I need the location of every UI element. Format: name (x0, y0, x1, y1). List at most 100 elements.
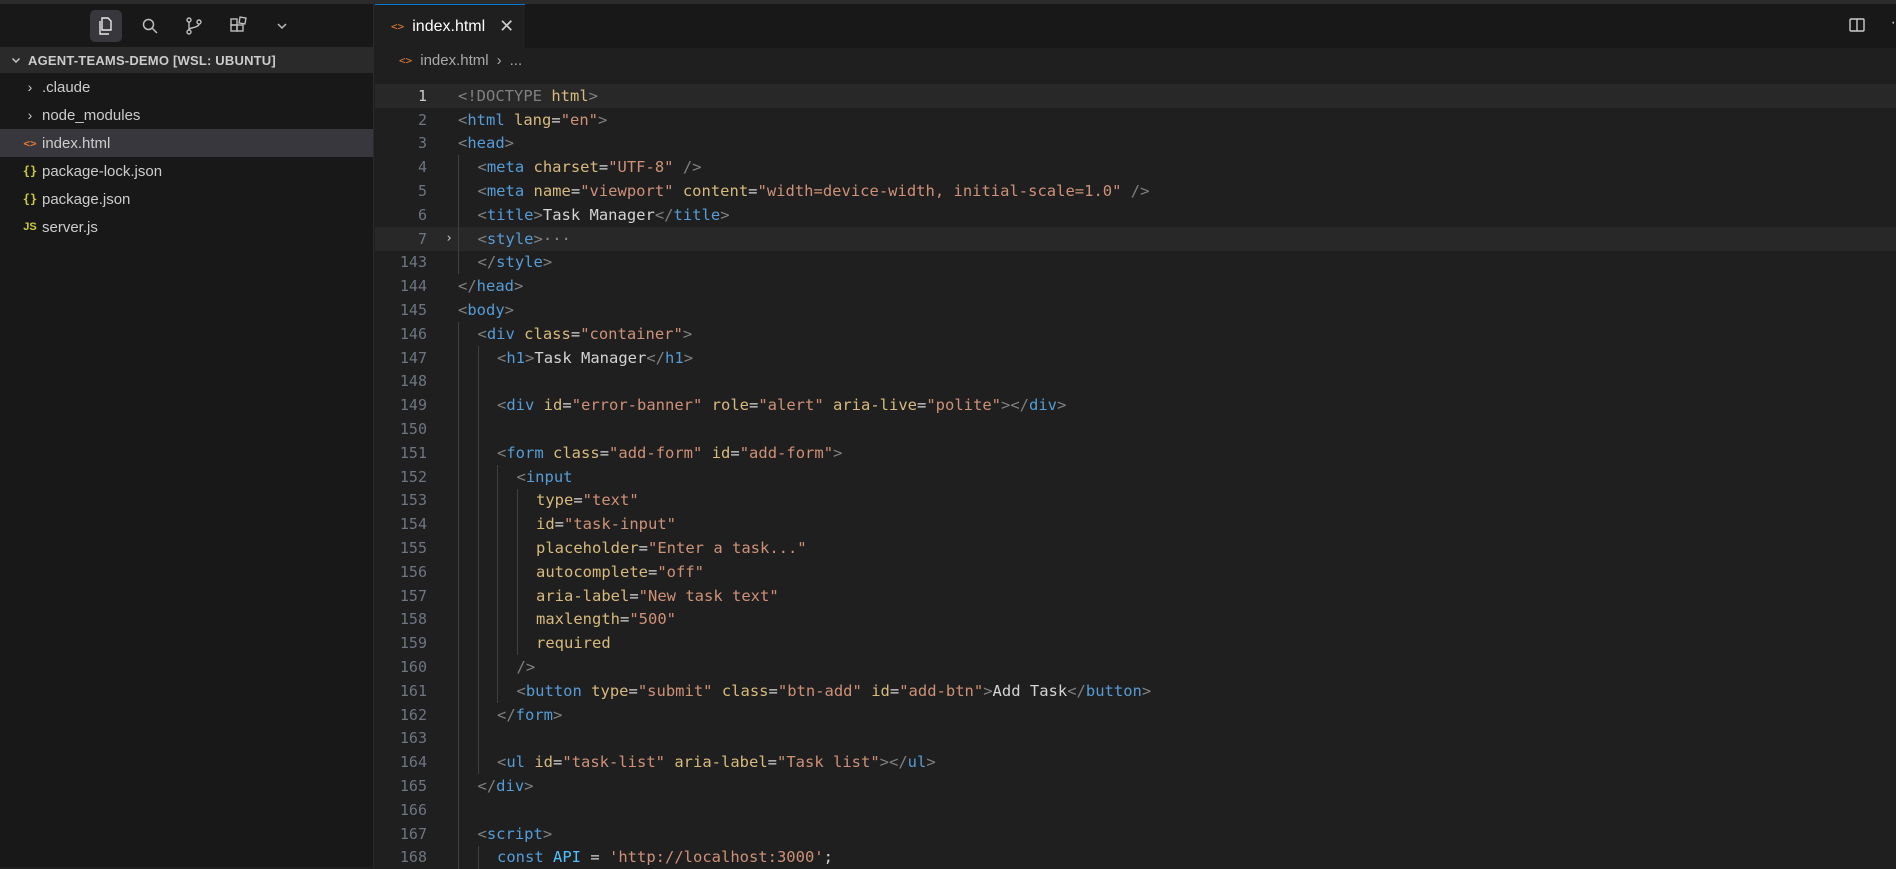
code-line[interactable]: 148 (375, 370, 1896, 394)
code-line[interactable]: 149<div id="error-banner" role="alert" a… (375, 393, 1896, 417)
chevron-down-icon[interactable] (266, 10, 298, 42)
tree-item-claude-folder[interactable]: › .claude (0, 73, 373, 101)
code-line[interactable]: 5<meta name="viewport" content="width=de… (375, 179, 1896, 203)
code-line[interactable]: 2<html lang="en"> (375, 108, 1896, 132)
code-token: = (599, 158, 608, 176)
code-token: form (506, 444, 553, 462)
indent-guide (458, 727, 459, 751)
code-line[interactable]: 143</style> (375, 251, 1896, 275)
code-line[interactable]: 3<head> (375, 132, 1896, 156)
tree-item-node-modules-folder[interactable]: › node_modules (0, 101, 373, 129)
code-line[interactable]: 157aria-label="New task text" (375, 584, 1896, 608)
code-token: "New task text" (639, 587, 779, 605)
code-token: <!DOCTYPE (458, 87, 551, 105)
code-token: required (536, 634, 611, 652)
line-number: 155 (375, 539, 427, 557)
code-line[interactable]: 159required (375, 631, 1896, 655)
line-number: 154 (375, 515, 427, 533)
more-actions-icon[interactable]: · (1891, 14, 1896, 32)
code-token: ></ (880, 753, 908, 771)
code-line[interactable]: 156autocomplete="off" (375, 560, 1896, 584)
code-line[interactable]: 150 (375, 417, 1896, 441)
line-number: 1 (375, 87, 427, 105)
code-line[interactable]: 6<title>Task Manager</title> (375, 203, 1896, 227)
explorer-project-header[interactable]: AGENT-TEAMS-DEMO [WSL: UBUNTU] (0, 47, 373, 73)
fold-chevron-icon[interactable]: › (440, 231, 458, 246)
code-line[interactable]: 7›<style>··· (375, 227, 1896, 251)
line-number: 152 (375, 468, 427, 486)
code-text: <meta name="viewport" content="width=dev… (478, 182, 1150, 200)
code-token: class (722, 682, 769, 700)
code-line[interactable]: 155placeholder="Enter a task..." (375, 536, 1896, 560)
code-line[interactable]: 164<ul id="task-list" aria-label="Task l… (375, 750, 1896, 774)
code-token: "btn-add" (778, 682, 871, 700)
code-token: placeholder (536, 539, 639, 557)
breadcrumb-more[interactable]: ... (510, 52, 523, 69)
code-line[interactable]: 146<div class="container"> (375, 322, 1896, 346)
extensions-icon[interactable] (222, 10, 254, 42)
code-text: <body> (458, 301, 514, 319)
close-icon[interactable]: ✕ (499, 16, 514, 37)
code-token: = (555, 515, 564, 533)
code-token: style (496, 253, 543, 271)
code-token: < (458, 111, 467, 129)
code-line[interactable]: 153type="text" (375, 489, 1896, 513)
code-line[interactable]: 145<body> (375, 298, 1896, 322)
code-token: > (525, 349, 534, 367)
code-token: class (524, 325, 571, 343)
indent-guide (458, 370, 459, 394)
line-number: 166 (375, 801, 427, 819)
code-line[interactable]: 167<script> (375, 822, 1896, 846)
code-text: <input (517, 468, 573, 486)
code-line[interactable]: 158maxlength="500" (375, 608, 1896, 632)
code-line[interactable]: 168const API = 'http://localhost:3000'; (375, 846, 1896, 869)
html-file-icon: <> (391, 20, 404, 33)
code-token: content (683, 182, 748, 200)
code-token: aria-label (674, 753, 767, 771)
code-token: > (534, 230, 543, 248)
tree-item-label: .claude (42, 79, 90, 96)
breadcrumb-file[interactable]: index.html (420, 52, 488, 69)
tab-label: index.html (412, 18, 485, 36)
code-token: = (571, 325, 580, 343)
split-editor-icon[interactable] (1848, 16, 1866, 39)
code-line[interactable]: 162</form> (375, 703, 1896, 727)
indent-guide (517, 584, 518, 608)
code-line[interactable]: 151<form class="add-form" id="add-form"> (375, 441, 1896, 465)
code-line[interactable]: 160/> (375, 655, 1896, 679)
tab-index-html[interactable]: <> index.html ✕ (375, 4, 525, 48)
source-control-icon[interactable] (178, 10, 210, 42)
code-line[interactable]: 4<meta charset="UTF-8" /> (375, 155, 1896, 179)
code-token: aria-label (536, 587, 629, 605)
line-number: 4 (375, 158, 427, 176)
code-editor[interactable]: 1 <!DOCTYPE html> 2<html lang="en">3<head>… (375, 84, 1896, 869)
code-token: role (712, 396, 749, 414)
code-token: "UTF-8" (608, 158, 673, 176)
tree-item-server-js[interactable]: JS server.js (0, 213, 373, 241)
tree-item-package-lock-json[interactable]: {} package-lock.json (0, 157, 373, 185)
code-token: = (629, 587, 638, 605)
chevron-right-icon: › (20, 107, 40, 123)
code-line[interactable]: 1 <!DOCTYPE html> (375, 84, 1896, 108)
code-token: style (487, 230, 534, 248)
code-line[interactable]: 147<h1>Task Manager</h1> (375, 346, 1896, 370)
code-token: < (478, 230, 487, 248)
code-line[interactable]: 144</head> (375, 274, 1896, 298)
code-line[interactable]: 154id="task-input" (375, 512, 1896, 536)
tree-item-index-html[interactable]: <> index.html (0, 129, 373, 157)
code-line[interactable]: 166 (375, 798, 1896, 822)
explorer-icon[interactable] (90, 10, 122, 42)
chevron-right-icon: › (497, 52, 502, 69)
code-text: <title>Task Manager</title> (478, 206, 730, 224)
code-token: </ (655, 206, 674, 224)
code-line[interactable]: 165</div> (375, 774, 1896, 798)
code-line[interactable]: 161<button type="submit" class="btn-add"… (375, 679, 1896, 703)
code-token: type (536, 491, 573, 509)
code-text: <!DOCTYPE html> (458, 87, 598, 105)
code-token: > (589, 87, 598, 105)
code-line[interactable]: 163 (375, 727, 1896, 751)
tree-item-package-json[interactable]: {} package.json (0, 185, 373, 213)
search-icon[interactable] (134, 10, 166, 42)
code-line[interactable]: 152 <input (375, 465, 1896, 489)
activity-bar (0, 4, 373, 47)
